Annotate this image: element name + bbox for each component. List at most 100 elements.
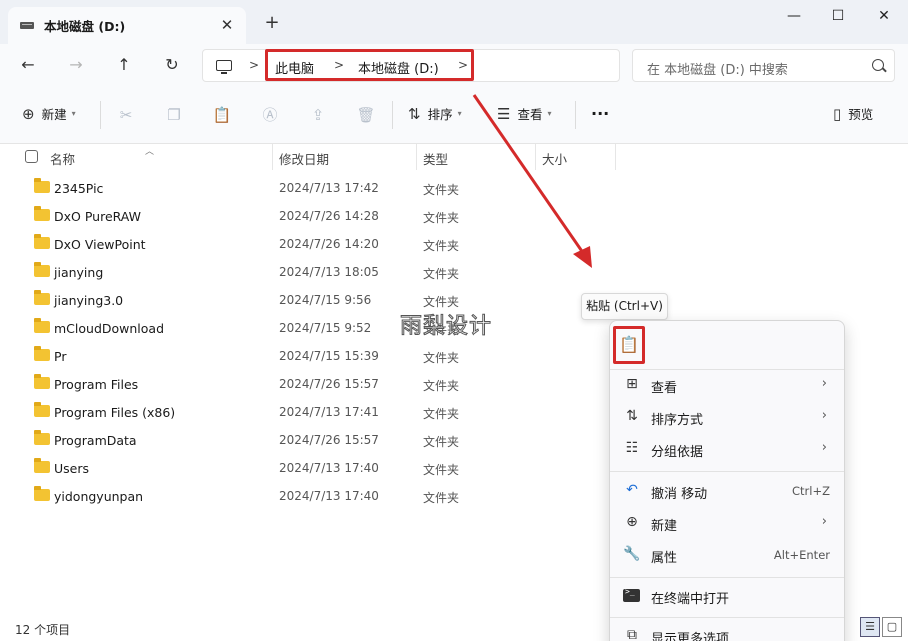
file-name: yidongyunpan [54, 489, 144, 504]
search-input[interactable]: 在 本地磁盘 (D:) 中搜索 [647, 59, 788, 78]
folder-icon [34, 262, 50, 277]
grid-icon: ⊞ [626, 376, 638, 392]
more-options-button[interactable]: ··· [591, 104, 609, 123]
column-divider[interactable] [416, 144, 417, 170]
table-row[interactable]: Pr 2024/7/15 15:39 文件夹 [0, 342, 608, 370]
close-button[interactable]: ✕ [861, 4, 907, 28]
preview-label: 预览 [848, 107, 874, 122]
menu-item-sort-by[interactable]: ⇅ 排序方式 › [610, 402, 844, 432]
file-type: 文件夹 [423, 407, 460, 421]
drive-icon [20, 22, 34, 29]
table-row[interactable]: DxO ViewPoint 2024/7/26 14:20 文件夹 [0, 230, 608, 258]
tab-close-icon[interactable]: ✕ [218, 16, 236, 34]
table-row[interactable]: jianying 2024/7/13 18:05 文件夹 [0, 258, 608, 286]
menu-item-shortcut: Ctrl+Z [792, 484, 830, 498]
column-header-type[interactable]: 类型 [423, 149, 448, 168]
menu-item-new[interactable]: ⊕ 新建 › [610, 508, 844, 538]
breadcrumb-chevron-icon[interactable]: > [249, 58, 259, 72]
column-header-modified[interactable]: 修改日期 [279, 149, 329, 168]
table-row[interactable]: Users 2024/7/13 17:40 文件夹 [0, 454, 608, 482]
table-row[interactable]: DxO PureRAW 2024/7/26 14:28 文件夹 [0, 202, 608, 230]
table-row[interactable]: Program Files (x86) 2024/7/13 17:41 文件夹 [0, 398, 608, 426]
group-icon: ☷ [625, 440, 639, 456]
file-date: 2024/7/26 14:28 [279, 209, 379, 223]
paste-icon: 📋 [619, 335, 639, 354]
menu-divider [610, 577, 844, 578]
menu-item-label: 显示更多选项 [651, 632, 730, 641]
column-divider[interactable] [272, 144, 273, 170]
paste-icon[interactable]: 📋 [211, 104, 233, 126]
forward-button[interactable]: → [62, 52, 90, 78]
cut-icon[interactable]: ✂ [115, 104, 137, 126]
refresh-button[interactable]: ↻ [158, 52, 186, 78]
menu-item-show-more-options[interactable]: ⧉ 显示更多选项 [610, 621, 844, 641]
menu-item-label: 在终端中打开 [651, 592, 730, 607]
table-row[interactable]: 2345Pic 2024/7/13 17:42 文件夹 [0, 174, 608, 202]
divider [575, 101, 576, 129]
back-button[interactable]: ← [14, 52, 42, 78]
rename-icon[interactable]: Ⓐ [259, 104, 281, 126]
context-menu: 📋 ⊞ 查看 › ⇅ 排序方式 › ☷ 分组依据 › ↶ 撤消 移动 Ctrl+… [609, 320, 845, 641]
table-row[interactable]: jianying3.0 2024/7/15 9:56 文件夹 [0, 286, 608, 314]
folder-icon [34, 402, 50, 417]
search-box[interactable]: 在 本地磁盘 (D:) 中搜索 [632, 49, 895, 82]
tiles-view-icon[interactable]: ▢ [882, 617, 902, 637]
share-icon[interactable]: ⇪ [307, 104, 329, 126]
title-bar: 本地磁盘 (D:) ✕ + — ☐ ✕ [0, 0, 908, 44]
file-name: ProgramData [54, 433, 137, 448]
plus-circle-icon: ⊕ [626, 514, 638, 530]
file-date: 2024/7/13 17:40 [279, 489, 379, 503]
copy-icon[interactable]: ❐ [163, 104, 185, 126]
preview-pane-button[interactable]: ▯ 预览 [833, 104, 873, 123]
select-all-checkbox[interactable] [25, 150, 38, 163]
new-button[interactable]: ⊕ 新建 ▾ [22, 104, 76, 123]
menu-item-label: 查看 [651, 381, 678, 396]
menu-item-open-in-terminal[interactable]: 在终端中打开 [610, 581, 844, 611]
file-type: 文件夹 [423, 267, 460, 281]
menu-item-view[interactable]: ⊞ 查看 › [610, 370, 844, 400]
sort-icon: ⇅ [408, 104, 421, 123]
wrench-icon: 🔧 [623, 546, 641, 562]
column-divider[interactable] [615, 144, 616, 170]
minimize-button[interactable]: — [771, 4, 817, 28]
file-date: 2024/7/26 14:20 [279, 237, 379, 251]
plus-circle-icon: ⊕ [22, 104, 35, 123]
external-link-icon: ⧉ [627, 627, 637, 641]
divider [392, 101, 393, 129]
table-row[interactable]: yidongyunpan 2024/7/13 17:40 文件夹 [0, 482, 608, 510]
table-row[interactable]: mCloudDownload 2024/7/15 9:52 文件夹 [0, 314, 608, 342]
view-button[interactable]: ☰ 查看 ▾ [497, 104, 551, 123]
search-icon [872, 59, 884, 71]
this-pc-icon[interactable] [216, 60, 232, 74]
sort-button[interactable]: ⇅ 排序 ▾ [408, 104, 462, 123]
file-name: Users [54, 461, 90, 476]
menu-item-label: 属性 [651, 551, 678, 566]
up-button[interactable]: ↑ [110, 52, 138, 78]
maximize-button[interactable]: ☐ [815, 4, 861, 28]
table-row[interactable]: Program Files 2024/7/26 15:57 文件夹 [0, 370, 608, 398]
chevron-right-icon: › [821, 514, 827, 529]
menu-item-properties[interactable]: 🔧 属性 Alt+Enter [610, 540, 844, 570]
menu-item-undo-move[interactable]: ↶ 撤消 移动 Ctrl+Z [610, 476, 844, 506]
new-label: 新建 [41, 107, 67, 122]
file-name: jianying3.0 [54, 293, 124, 308]
column-divider[interactable] [535, 144, 536, 170]
file-list: 2345Pic 2024/7/13 17:42 文件夹 DxO PureRAW 202… [0, 174, 608, 510]
details-view-icon[interactable]: ☰ [860, 617, 880, 637]
new-tab-button[interactable]: + [262, 13, 282, 33]
column-header-name[interactable]: 名称 [50, 149, 75, 168]
table-row[interactable]: ProgramData 2024/7/26 15:57 文件夹 [0, 426, 608, 454]
paste-menu-button[interactable]: 📋 [613, 326, 645, 364]
menu-item-shortcut: Alt+Enter [773, 548, 830, 562]
file-name: 2345Pic [54, 181, 104, 196]
tab-local-disk-d[interactable]: 本地磁盘 (D:) ✕ [8, 7, 246, 44]
delete-icon[interactable]: 🗑 [355, 104, 377, 126]
folder-icon [34, 318, 50, 333]
file-type: 文件夹 [423, 491, 460, 505]
file-date: 2024/7/15 15:39 [279, 349, 379, 363]
folder-icon [34, 374, 50, 389]
column-header-size[interactable]: 大小 [542, 149, 567, 168]
folder-icon [34, 234, 50, 249]
item-count: 12 个项目 [15, 623, 71, 637]
menu-item-group-by[interactable]: ☷ 分组依据 › [610, 434, 844, 464]
